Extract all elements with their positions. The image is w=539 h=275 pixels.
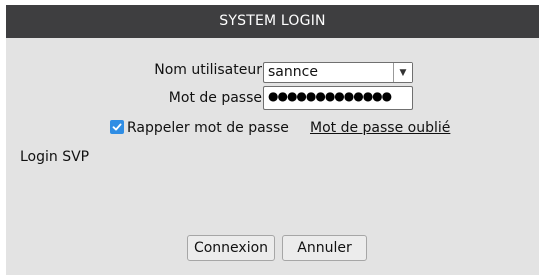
forgot-password-link[interactable]: Mot de passe oublié xyxy=(310,120,450,136)
cancel-button[interactable]: Annuler xyxy=(282,235,367,261)
username-select[interactable]: sannce ▼ xyxy=(263,62,413,83)
dialog-title: SYSTEM LOGIN xyxy=(6,5,539,38)
chevron-down-icon[interactable]: ▼ xyxy=(393,63,412,82)
username-label: Nom utilisateur xyxy=(154,62,262,78)
password-mask: ●●●●●●●●●●●●● xyxy=(268,89,392,103)
password-label: Mot de passe xyxy=(168,90,262,106)
remember-label[interactable]: Rappeler mot de passe xyxy=(127,120,289,136)
login-dialog: SYSTEM LOGIN Nom utilisateur sannce ▼ Mo… xyxy=(6,5,539,275)
checkmark-icon xyxy=(112,123,122,131)
login-button[interactable]: Connexion xyxy=(187,235,275,261)
password-field[interactable]: ●●●●●●●●●●●●● xyxy=(263,86,413,110)
username-value: sannce xyxy=(268,64,318,80)
status-message: Login SVP xyxy=(20,149,90,165)
remember-checkbox[interactable] xyxy=(110,120,124,134)
